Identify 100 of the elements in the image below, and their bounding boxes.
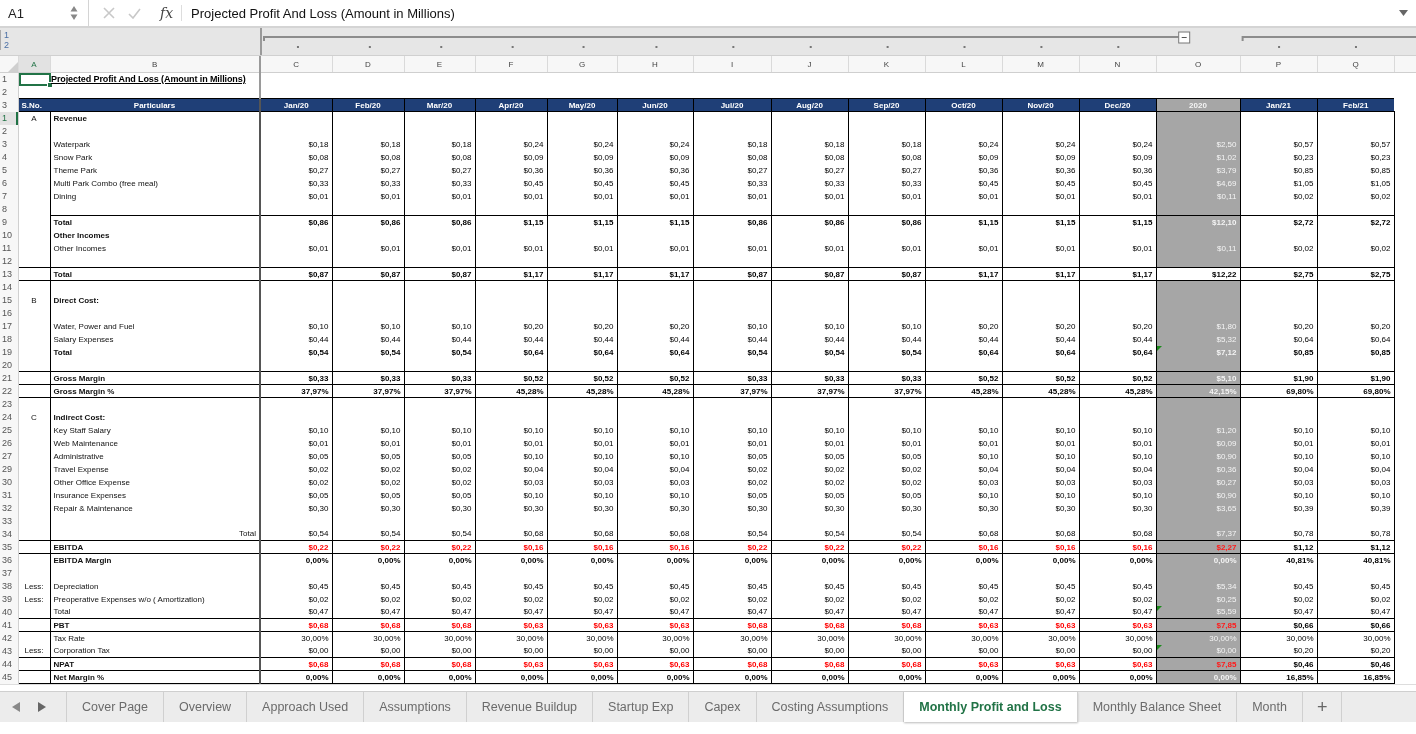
table-cell: $0,01	[1055, 243, 1076, 253]
table-cell: $0,09	[669, 152, 690, 162]
sheet-tab[interactable]: Cover Page	[67, 692, 164, 722]
column-header[interactable]: G	[547, 56, 617, 73]
table-cell: $7,85	[1216, 659, 1237, 669]
table-cell: $0,00	[593, 646, 614, 656]
table-cell: 37,97%	[894, 386, 922, 396]
column-header[interactable]: A	[18, 56, 50, 73]
outline-level-button[interactable]: 2	[0, 40, 18, 50]
table-cell: $0,44	[1132, 334, 1153, 344]
table-cell: $0,02	[1055, 594, 1076, 604]
table-cell: $5,10	[1216, 373, 1237, 383]
table-cell: 0,00%	[666, 555, 690, 565]
column-header[interactable]: Q	[1317, 56, 1394, 73]
table-cell: $0,10	[978, 490, 999, 500]
column-header[interactable]: I	[693, 56, 771, 73]
table-cell: $0,85	[1370, 347, 1391, 357]
table-cell: $0,27	[451, 165, 472, 175]
sheet-tab[interactable]: Revenue Buildup	[466, 692, 594, 722]
column-header[interactable]: D	[332, 56, 404, 73]
column-header[interactable]: J	[771, 56, 848, 73]
stepper-icon[interactable]	[70, 5, 78, 21]
table-cell: $0,00	[669, 646, 690, 656]
table-cell: $0,02	[308, 477, 329, 487]
sheet-tab[interactable]: Overview	[164, 692, 248, 722]
collapse-button[interactable]	[1177, 31, 1190, 44]
table-cell: $0,68	[978, 529, 999, 539]
table-cell: $0,05	[824, 451, 845, 461]
table-cell: $0,24	[978, 139, 999, 149]
previous-sheet-icon[interactable]	[12, 702, 20, 712]
sheet-tab[interactable]: Monthly Profit and Loss	[904, 692, 1078, 722]
table-cell: $0,10	[747, 321, 768, 331]
column-header[interactable]: C	[260, 56, 332, 73]
table-cell: 30,00%	[662, 633, 690, 643]
add-sheet-button[interactable]: +	[1302, 692, 1343, 722]
column-header[interactable]: H	[617, 56, 693, 73]
column-header[interactable]: B	[50, 56, 260, 73]
formula-field[interactable]: Projected Profit And Loss (Amount in Millions)	[191, 5, 1399, 21]
table-cell: $0,44	[747, 334, 768, 344]
table-cell: $0,10	[669, 490, 690, 500]
column-header[interactable]: O	[1156, 56, 1240, 73]
table-cell: $0,05	[747, 451, 768, 461]
column-header[interactable]: P	[1240, 56, 1317, 73]
table-cell: $0,05	[308, 451, 329, 461]
table-cell: Total	[53, 217, 72, 227]
table-cell: $0,01	[523, 243, 544, 253]
sheet-tab[interactable]: Assumptions	[364, 692, 467, 722]
sheet-tab[interactable]: Startup Exp	[593, 692, 690, 722]
table-header-cell: Sep/20	[848, 98, 925, 112]
table-cell: 0,00%	[744, 555, 768, 565]
table-cell: C	[31, 412, 37, 422]
table-cell: 30,00%	[444, 633, 472, 643]
table-cell: $0,18	[747, 139, 768, 149]
table-cell: $0,87	[901, 269, 922, 279]
table-cell: $0,05	[901, 451, 922, 461]
table-cell: $1,17	[1055, 269, 1076, 279]
column-header[interactable]: F	[475, 56, 547, 73]
sheet-tab[interactable]: Approach Used	[247, 692, 365, 722]
table-cell: $0,00	[451, 646, 472, 656]
table-cell: 0,00%	[305, 555, 329, 565]
column-header[interactable]: L	[925, 56, 1002, 73]
table-cell: $0,08	[901, 152, 922, 162]
table-cell: $0,16	[978, 542, 999, 552]
sheet-tab[interactable]: Capex	[689, 692, 757, 722]
table-cell: 0,00%	[1213, 672, 1237, 682]
table-cell: 40,81%	[1363, 555, 1391, 565]
table-cell: $0,86	[451, 217, 472, 227]
table-cell: $0,45	[1293, 581, 1314, 591]
table-cell: $0,16	[669, 542, 690, 552]
table-cell: $0,63	[593, 620, 614, 630]
table-cell: 37,97%	[373, 386, 401, 396]
sheet-tab[interactable]: Month	[1237, 692, 1303, 722]
table-cell: $0,64	[1055, 347, 1076, 357]
table-cell: $0,10	[1055, 451, 1076, 461]
table-cell: $0,44	[1055, 334, 1076, 344]
column-header[interactable]: K	[848, 56, 925, 73]
table-cell: $3,79	[1216, 165, 1237, 175]
table-cell: $1,17	[1132, 269, 1153, 279]
column-header[interactable]: E	[404, 56, 475, 73]
checkmark-icon[interactable]	[128, 7, 141, 19]
name-box[interactable]: A1	[0, 5, 66, 21]
next-sheet-icon[interactable]	[38, 702, 46, 712]
function-button[interactable]: fx	[160, 5, 174, 21]
table-cell: Travel Expense	[53, 464, 109, 474]
caret-icon[interactable]	[1399, 10, 1408, 16]
table-cell: $0,20	[1293, 321, 1314, 331]
table-cell: $0,01	[901, 191, 922, 201]
table-cell: $0,33	[451, 178, 472, 188]
sheet-tab[interactable]: Monthly Balance Sheet	[1077, 692, 1238, 722]
table-cell: $0,87	[308, 269, 329, 279]
table-cell: $2,50	[1216, 139, 1237, 149]
outline-level-button[interactable]: 1	[0, 30, 18, 40]
table-cell: $1,90	[1370, 373, 1391, 383]
table-cell: $0,27	[824, 165, 845, 175]
table-cell: $0,02	[747, 594, 768, 604]
column-header[interactable]: M	[1002, 56, 1079, 73]
column-header[interactable]: N	[1079, 56, 1156, 73]
table-header-cell: Aug/20	[771, 98, 848, 112]
table-cell: $0,66	[1293, 620, 1314, 630]
table-cell: $0,90	[1216, 490, 1237, 500]
